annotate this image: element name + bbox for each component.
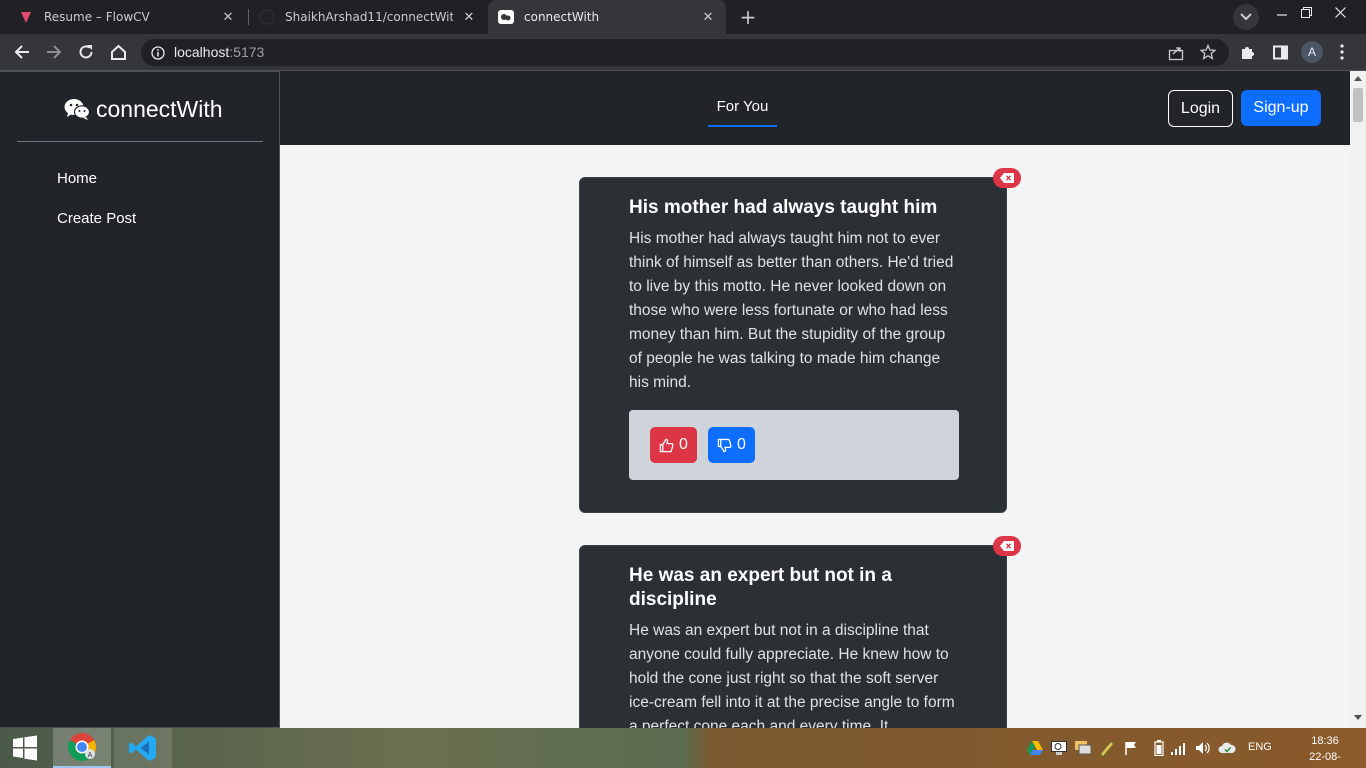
tab-title: ShaikhArshad11/connectWith: Fr (285, 10, 453, 24)
clock[interactable]: 18:36 22-08-2024 (1300, 733, 1350, 768)
reaction-bar: 0 0 (629, 410, 959, 480)
wechat-logo-icon (64, 98, 91, 122)
pen-tray-icon[interactable] (1098, 739, 1116, 757)
thumbs-down-icon (717, 438, 732, 452)
back-arrow-icon[interactable] (10, 40, 34, 64)
url-host: localhost (174, 44, 230, 60)
sidebar-item-home[interactable]: Home (57, 170, 97, 187)
tab-title: Resume – FlowCV (44, 10, 150, 24)
browser-tab-github[interactable]: ShaikhArshad11/connectWith: Fr ✕ (249, 0, 487, 34)
vscode-taskbar-icon[interactable] (114, 728, 172, 768)
browser-tab-strip: Resume – FlowCV ✕ ShaikhArshad11/connect… (0, 0, 1366, 34)
scroll-down-arrow-icon[interactable] (1354, 715, 1362, 720)
close-tab-icon[interactable]: ✕ (461, 9, 477, 25)
profile-avatar[interactable]: A (1301, 41, 1323, 63)
url-text: localhost:5173 (174, 44, 264, 60)
clock-time: 18:36 (1311, 735, 1339, 747)
address-bar[interactable]: localhost:5173 (141, 39, 1229, 66)
site-info-icon[interactable] (151, 45, 165, 64)
scroll-up-arrow-icon[interactable] (1354, 76, 1362, 81)
top-navbar: For You Login Sign-up (280, 71, 1350, 145)
brand[interactable]: connectWith (64, 96, 223, 123)
page-scrollbar[interactable] (1350, 71, 1366, 728)
windows-taskbar: A ENG 18:36 22-08- (0, 728, 1366, 768)
post-title: His mother had always taught him (629, 197, 938, 218)
browser-menu-icon[interactable] (1330, 40, 1354, 64)
github-favicon-icon (259, 9, 275, 25)
share-icon[interactable] (1168, 45, 1184, 65)
tab-title: connectWith (524, 10, 600, 24)
close-tab-icon[interactable]: ✕ (220, 9, 236, 25)
svg-text:A: A (88, 752, 93, 759)
sidebar: connectWith Home Create Post (0, 71, 280, 728)
tab-for-you[interactable]: For You (708, 98, 777, 127)
home-icon[interactable] (106, 40, 130, 64)
clock-date: 22-08-2024 (1309, 751, 1341, 768)
login-button[interactable]: Login (1168, 90, 1233, 127)
sidebar-divider (17, 141, 263, 142)
display-tray-icon[interactable] (1074, 739, 1092, 757)
google-drive-tray-icon[interactable] (1026, 739, 1044, 757)
close-tab-icon[interactable]: ✕ (700, 9, 716, 25)
cloud-sync-icon[interactable] (1218, 739, 1236, 757)
action-center-flag-icon[interactable] (1122, 739, 1140, 757)
signup-button[interactable]: Sign-up (1241, 90, 1321, 126)
close-window-icon[interactable] (1322, 0, 1358, 24)
windows-start-icon[interactable] (0, 728, 50, 768)
connectwith-favicon-icon (498, 9, 514, 25)
url-port: :5173 (229, 44, 265, 60)
delete-post-icon[interactable] (993, 168, 1021, 188)
delete-post-icon[interactable] (993, 536, 1021, 556)
forward-arrow-icon[interactable] (42, 40, 66, 64)
browser-tab-connectwith[interactable]: connectWith ✕ (488, 0, 726, 34)
side-panel-icon[interactable] (1268, 40, 1292, 64)
chrome-taskbar-icon[interactable]: A (53, 728, 111, 768)
dislike-count: 0 (737, 436, 746, 453)
reload-icon[interactable] (74, 40, 98, 64)
post-card: His mother had always taught him His mot… (579, 168, 1021, 513)
browser-tab-flowcv[interactable]: Resume – FlowCV ✕ (0, 0, 246, 34)
tab-search-chevron-icon[interactable] (1233, 4, 1259, 30)
extensions-puzzle-icon[interactable] (1236, 40, 1260, 64)
post-title: He was an expert but not in a discipline (629, 565, 892, 610)
scroll-thumb[interactable] (1353, 88, 1363, 122)
brand-name: connectWith (96, 96, 223, 122)
flowcv-favicon-icon (18, 9, 34, 25)
like-count: 0 (679, 436, 688, 453)
web-page: connectWith Home Create Post For You Log… (0, 71, 1350, 728)
input-language[interactable]: ENG (1248, 741, 1272, 753)
wifi-signal-icon[interactable] (1170, 739, 1188, 757)
like-button[interactable]: 0 (650, 427, 697, 463)
post-card: He was an expert but not in a discipline… (579, 536, 1021, 728)
new-tab-icon[interactable]: + (736, 5, 760, 29)
post-body: His mother had always taught him not to … (629, 230, 954, 391)
browser-toolbar: localhost:5173 A (0, 34, 1366, 70)
battery-icon[interactable] (1150, 739, 1168, 757)
post-body: He was an expert but not in a discipline… (629, 622, 955, 728)
bookmark-star-icon[interactable] (1199, 43, 1217, 64)
thumbs-up-icon (659, 438, 674, 452)
sidebar-item-create-post[interactable]: Create Post (57, 210, 136, 227)
dislike-button[interactable]: 0 (708, 427, 755, 463)
network-monitor-tray-icon[interactable] (1050, 739, 1068, 757)
volume-icon[interactable] (1194, 739, 1212, 757)
restore-window-icon[interactable] (1288, 0, 1324, 24)
